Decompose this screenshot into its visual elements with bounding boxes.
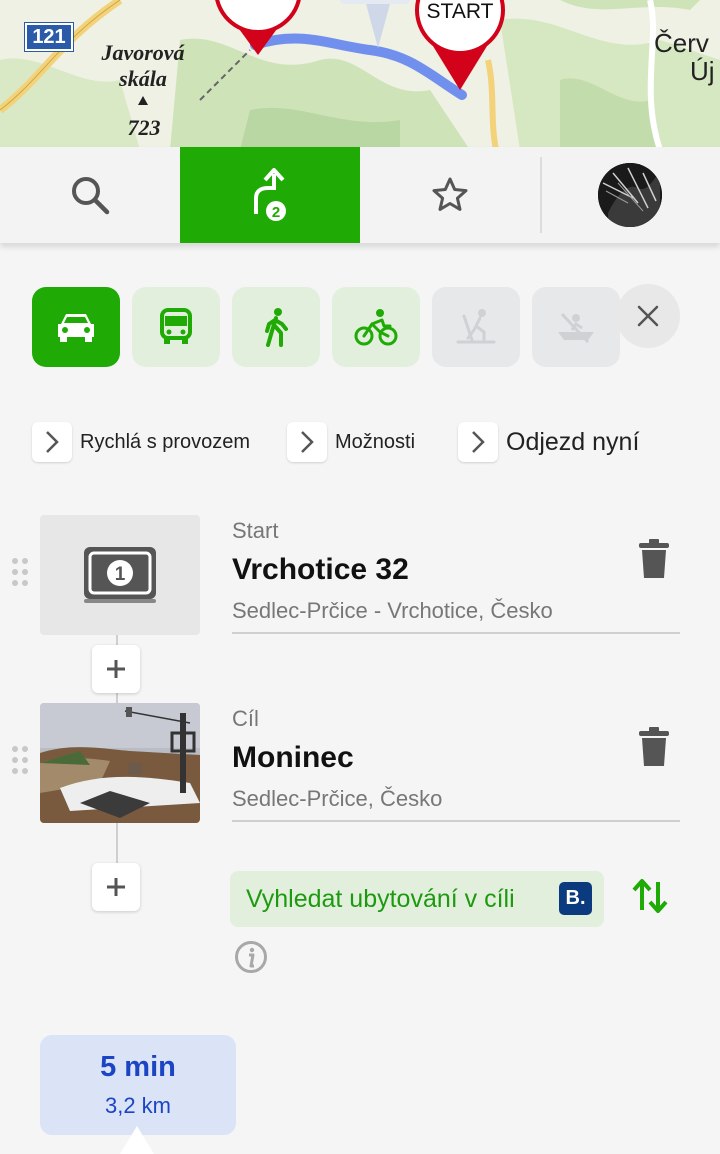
house-number-icon: 1 <box>84 547 156 603</box>
booking-logo-icon: B. <box>559 882 592 915</box>
mode-car-button[interactable] <box>32 287 120 367</box>
nav-divider <box>540 157 542 233</box>
swap-icon[interactable] <box>630 876 670 916</box>
top-navigation-bar: 2 <box>0 147 720 243</box>
waypoint-destination-address: Sedlec-Prčice, Česko <box>232 786 443 811</box>
start-marker-label[interactable]: START <box>419 0 501 24</box>
ski-icon <box>456 309 496 344</box>
drag-handle-icon[interactable] <box>10 556 30 588</box>
info-icon[interactable] <box>234 940 268 974</box>
plus-icon <box>107 660 125 678</box>
add-waypoint-button[interactable] <box>92 863 140 911</box>
waypoint-start-kind: Start <box>232 518 279 543</box>
add-waypoint-button[interactable] <box>92 645 140 693</box>
close-icon <box>637 305 659 327</box>
road-number-badge: 121 <box>24 22 74 52</box>
drag-handle-icon[interactable] <box>10 744 30 776</box>
waypoint-destination-kind: Cíl <box>232 706 259 731</box>
search-button[interactable] <box>0 147 180 243</box>
waypoint-start-thumbnail[interactable]: 1 <box>40 515 200 635</box>
chevron-right-icon <box>458 422 498 462</box>
search-accommodation-label: Vyhledat ubytování v cíli <box>246 884 515 913</box>
plus-icon <box>107 878 125 896</box>
close-button[interactable] <box>616 284 680 348</box>
trash-icon[interactable] <box>636 726 676 770</box>
map-edge-label: Új <box>690 56 715 86</box>
map-elevation-label: 723 <box>127 115 161 140</box>
route-icon: 2 <box>254 168 286 221</box>
settings-option[interactable]: Možnosti <box>287 422 415 462</box>
waypoint-start-address: Sedlec-Prčice - Vrchotice, Česko <box>232 598 553 623</box>
route-connector <box>116 823 118 863</box>
favorites-button[interactable] <box>360 147 540 243</box>
canoe-icon <box>558 312 594 344</box>
map-view[interactable]: 121 Javorová skála 723 START Červ Új <box>0 0 720 150</box>
avatar <box>598 163 662 227</box>
mode-bus-button[interactable] <box>132 287 220 367</box>
trash-icon[interactable] <box>636 538 676 582</box>
chevron-right-icon <box>287 422 327 462</box>
mode-bike-button[interactable] <box>332 287 420 367</box>
bus-icon <box>160 308 192 344</box>
chevron-right-icon <box>32 422 72 462</box>
route-type-option[interactable]: Rychlá s provozem <box>32 422 250 462</box>
departure-label: Odjezd nyní <box>506 427 640 456</box>
map-place-label: Javorová <box>101 40 185 65</box>
map-place-label: skála <box>119 66 167 91</box>
departure-option[interactable]: Odjezd nyní <box>458 422 639 462</box>
route-type-label: Rychlá s provozem <box>80 430 251 453</box>
divider <box>232 820 680 822</box>
search-icon <box>72 177 110 215</box>
bike-icon <box>354 309 398 346</box>
divider <box>232 632 680 634</box>
route-distance: 3,2 km <box>104 1093 172 1118</box>
route-badge: 2 <box>272 204 280 221</box>
summary-pointer <box>120 1126 154 1154</box>
house-number: 1 <box>115 564 126 585</box>
route-planner-button[interactable]: 2 <box>180 147 360 243</box>
route-time: 5 min <box>100 1051 176 1083</box>
walk-icon <box>265 308 288 347</box>
mode-boat-button[interactable] <box>532 287 620 367</box>
waypoint-destination-name[interactable]: Moninec <box>232 741 354 775</box>
settings-label: Možnosti <box>335 430 416 453</box>
mode-walk-button[interactable] <box>232 287 320 367</box>
star-icon <box>432 177 468 211</box>
route-summary-card[interactable]: 5 min 3,2 km <box>40 1035 236 1135</box>
waypoint-start-name[interactable]: Vrchotice 32 <box>232 553 409 587</box>
search-accommodation-button[interactable]: Vyhledat ubytování v cíli B. <box>230 871 604 927</box>
car-icon <box>58 314 94 342</box>
map-edge-label: Červ <box>654 28 709 58</box>
waypoint-destination-photo[interactable] <box>40 703 200 823</box>
mode-ski-button[interactable] <box>432 287 520 367</box>
profile-button[interactable] <box>540 147 720 243</box>
